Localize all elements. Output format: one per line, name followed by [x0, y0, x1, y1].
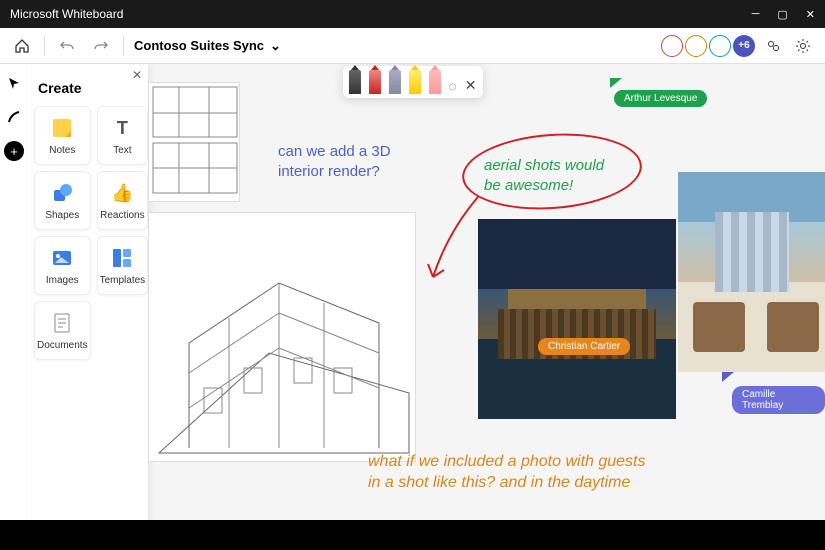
create-reactions[interactable]: 👍Reactions — [97, 171, 149, 230]
collaborator-avatars[interactable]: +6 — [661, 35, 755, 57]
create-images[interactable]: Images — [34, 236, 91, 295]
create-text[interactable]: TText — [97, 106, 149, 165]
cursor-label-arthur: Arthur Levesque — [614, 90, 707, 107]
ink-arrow[interactable] — [418, 192, 488, 292]
pen-black[interactable] — [348, 70, 360, 94]
share-icon[interactable] — [761, 34, 785, 58]
minimize-button[interactable]: ─ — [752, 8, 760, 21]
close-pen-toolbar[interactable]: ✕ — [465, 77, 477, 94]
create-panel: ✕ Create Notes TText Shapes 👍Reactions I… — [28, 64, 148, 550]
pen-toolbar: ◌ ✕ — [342, 66, 482, 98]
lasso-tool[interactable]: ◌ — [448, 78, 456, 94]
pen-blue[interactable] — [388, 70, 400, 94]
separator — [123, 36, 124, 56]
close-panel-button[interactable]: ✕ — [132, 68, 142, 82]
add-tool[interactable]: + — [3, 140, 25, 162]
cursor-camille — [722, 372, 734, 382]
cursor-arthur — [610, 78, 622, 88]
settings-icon[interactable] — [791, 34, 815, 58]
side-toolbar: + — [0, 64, 28, 550]
cursor-label-christian: Christian Cartier — [538, 338, 630, 355]
bottom-bar — [0, 520, 825, 550]
note-orange[interactable]: what if we included a photo with guests … — [368, 452, 646, 494]
lobby-photo[interactable] — [678, 172, 825, 372]
chevron-down-icon: ⌄ — [270, 38, 281, 54]
separator — [44, 36, 45, 56]
titlebar: Microsoft Whiteboard ─ ▢ ✕ — [0, 0, 825, 28]
avatar-more[interactable]: +6 — [733, 35, 755, 57]
undo-icon[interactable] — [55, 34, 79, 58]
cursor-label-camille: Camille Tremblay — [732, 386, 825, 414]
home-icon[interactable] — [10, 34, 34, 58]
ink-tool[interactable] — [3, 106, 25, 128]
floorplan-image[interactable] — [148, 82, 240, 202]
highlighter-pink[interactable] — [428, 70, 440, 94]
close-window-button[interactable]: ✕ — [806, 8, 815, 21]
create-notes[interactable]: Notes — [34, 106, 91, 165]
resort-photo[interactable] — [478, 219, 676, 419]
create-panel-title: Create — [38, 80, 138, 96]
whiteboard-canvas[interactable]: + ✕ Create Notes TText Shapes 👍Reactions… — [0, 64, 825, 550]
redo-icon[interactable] — [89, 34, 113, 58]
top-toolbar: Contoso Suites Sync ⌄ +6 — [0, 28, 825, 64]
maximize-button[interactable]: ▢ — [777, 8, 787, 21]
create-documents[interactable]: Documents — [34, 301, 91, 360]
create-shapes[interactable]: Shapes — [34, 171, 91, 230]
highlighter-yellow[interactable] — [408, 70, 420, 94]
pen-red[interactable] — [368, 70, 380, 94]
app-title: Microsoft Whiteboard — [10, 7, 123, 21]
avatar[interactable] — [709, 35, 731, 57]
board-name-dropdown[interactable]: Contoso Suites Sync ⌄ — [134, 38, 281, 54]
create-templates[interactable]: Templates — [97, 236, 149, 295]
avatar[interactable] — [685, 35, 707, 57]
avatar[interactable] — [661, 35, 683, 57]
select-tool[interactable] — [3, 72, 25, 94]
note-blue[interactable]: can we add a 3D interior render? — [278, 142, 391, 181]
building-sketch-image[interactable] — [148, 212, 416, 462]
